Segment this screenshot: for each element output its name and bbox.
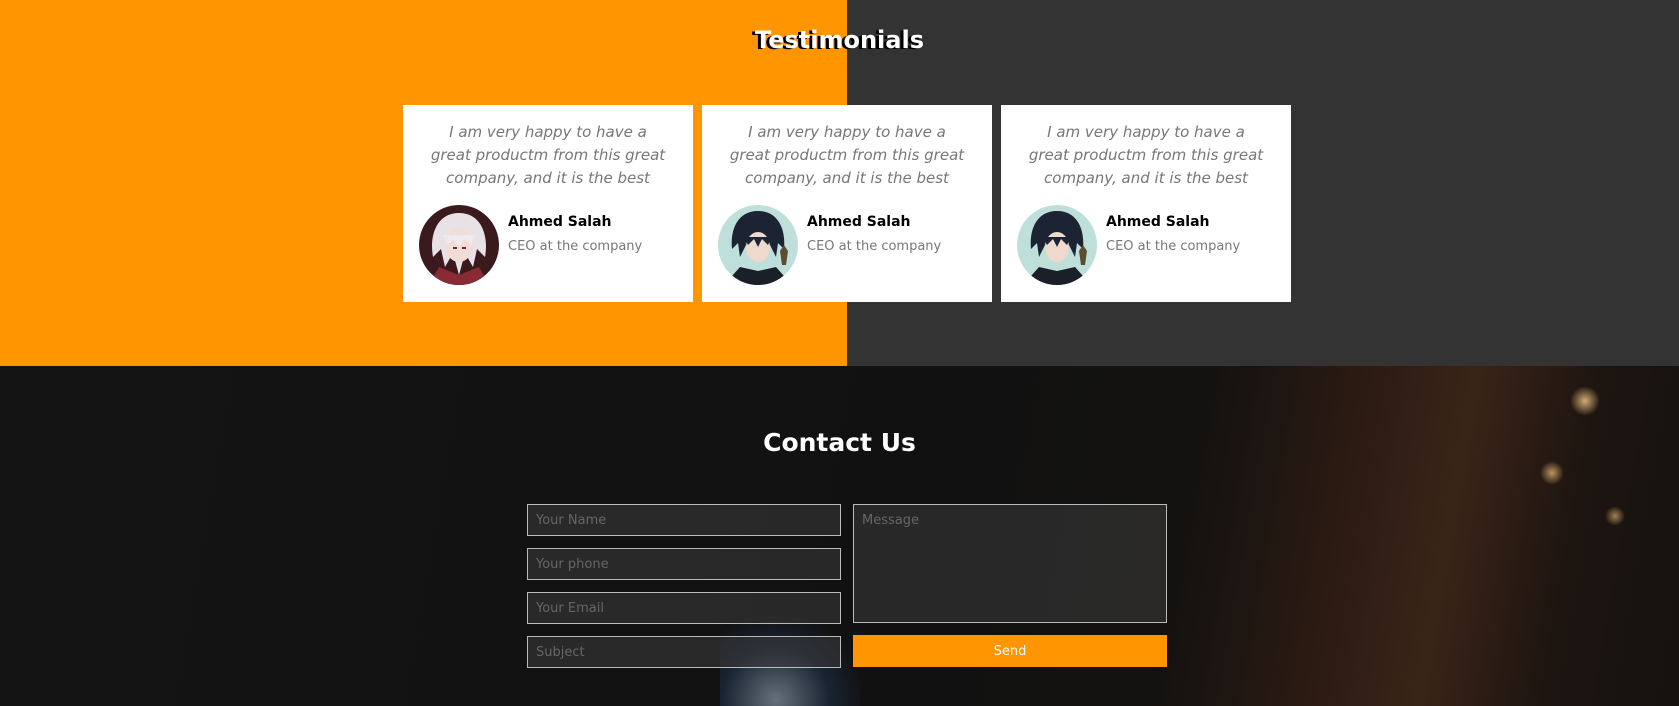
message-textarea[interactable] (853, 504, 1167, 623)
testimonial-card: I am very happy to have a great productm… (1001, 105, 1291, 302)
testimonial-card: I am very happy to have a great productm… (403, 105, 693, 302)
background-light-glow (1570, 386, 1600, 416)
contact-section: Contact Us Send (0, 366, 1679, 706)
avatar (419, 205, 499, 285)
testimonials-title: Testimonials (755, 26, 924, 54)
person-name: Ahmed Salah (807, 214, 911, 230)
testimonial-card: I am very happy to have a great productm… (702, 105, 992, 302)
email-input[interactable] (527, 592, 841, 624)
person-name: Ahmed Salah (1106, 214, 1210, 230)
send-button[interactable]: Send (853, 635, 1167, 667)
testimonial-person: Ahmed Salah CEO at the company (419, 205, 642, 285)
testimonials-section: Testimonials I am very happy to have a g… (0, 0, 1679, 366)
avatar (1017, 205, 1097, 285)
subject-input[interactable] (527, 636, 841, 668)
background-light-glow (1540, 461, 1564, 485)
person-info: Ahmed Salah CEO at the company (807, 214, 941, 254)
testimonial-quote: I am very happy to have a great productm… (430, 123, 666, 187)
background-light-glow (1605, 506, 1625, 526)
person-info: Ahmed Salah CEO at the company (508, 214, 642, 254)
contact-title: Contact Us (763, 428, 916, 457)
person-name: Ahmed Salah (508, 214, 612, 230)
person-role: CEO at the company (1106, 239, 1241, 254)
person-info: Ahmed Salah CEO at the company (1106, 214, 1240, 254)
person-role: CEO at the company (807, 239, 942, 254)
avatar (718, 205, 798, 285)
person-role: CEO at the company (508, 239, 643, 254)
name-input[interactable] (527, 504, 841, 536)
testimonial-quote: I am very happy to have a great productm… (1028, 123, 1264, 187)
phone-input[interactable] (527, 548, 841, 580)
testimonial-quote: I am very happy to have a great productm… (729, 123, 965, 187)
testimonial-cards: I am very happy to have a great productm… (403, 105, 1291, 302)
testimonial-person: Ahmed Salah CEO at the company (718, 205, 941, 285)
testimonial-person: Ahmed Salah CEO at the company (1017, 205, 1240, 285)
